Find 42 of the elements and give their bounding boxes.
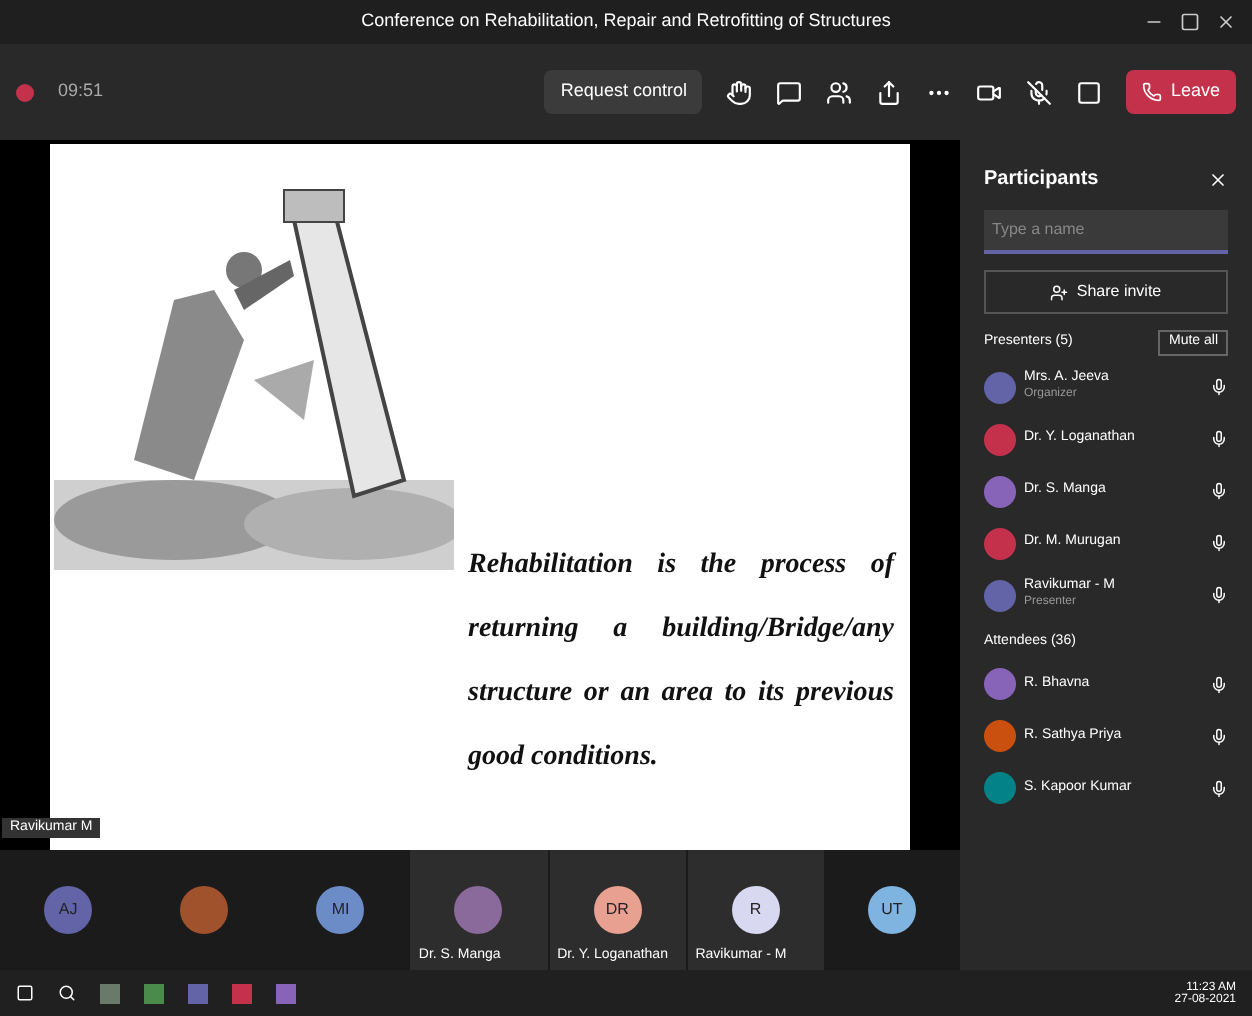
close-icon[interactable] <box>1208 169 1228 189</box>
phone-icon <box>1142 82 1163 102</box>
participant-avatar: DR <box>593 886 642 934</box>
start-icon[interactable] <box>16 984 34 1002</box>
request-control-button[interactable]: Request control <box>544 70 703 114</box>
share-invite-button[interactable]: Share invite <box>984 270 1228 314</box>
search-field[interactable]: Type a name <box>984 210 1228 254</box>
share-icon[interactable] <box>876 79 903 105</box>
mic-icon <box>1210 675 1228 693</box>
raise-hand-icon[interactable] <box>726 79 753 105</box>
mic-off-icon[interactable] <box>1026 79 1053 105</box>
mic-icon <box>1210 727 1228 745</box>
participant-avatar: R <box>731 886 780 934</box>
participant-tile[interactable]: UT <box>823 850 960 970</box>
add-person-icon <box>1050 283 1069 301</box>
app-icon[interactable] <box>144 983 164 1003</box>
mic-icon <box>1210 586 1228 604</box>
maximize-icon[interactable] <box>1180 12 1200 32</box>
camera-icon[interactable] <box>976 79 1003 105</box>
record-icon <box>16 83 34 101</box>
app-icon[interactable] <box>232 983 252 1003</box>
mic-icon <box>1210 430 1228 448</box>
slide-text: Rehabilitation is the process of returning a building/Bridge/any structure or an area to its previous good conditions. <box>468 548 894 776</box>
app-icon[interactable] <box>188 983 208 1003</box>
search-icon[interactable] <box>58 984 76 1002</box>
participant-tile[interactable]: MI <box>272 850 409 970</box>
participant-avatar: AJ <box>44 886 93 934</box>
panel-title: Participants <box>984 166 1101 194</box>
people-icon[interactable] <box>826 79 853 105</box>
close-icon[interactable] <box>1216 12 1236 32</box>
mic-icon <box>1210 378 1228 396</box>
mic-icon <box>1210 779 1228 797</box>
participant-avatar: UT <box>867 886 916 934</box>
meeting-timer: 09:51 <box>58 78 104 105</box>
participant-avatar: MI <box>316 886 365 934</box>
mic-icon <box>1210 482 1228 500</box>
app-icon[interactable] <box>276 983 296 1003</box>
leave-button[interactable]: Leave <box>1126 70 1236 114</box>
chat-icon[interactable] <box>776 79 803 105</box>
window-title: Conference on Rehabilitation, Repair and Retrofitting of Structures <box>361 8 891 35</box>
app-icon[interactable] <box>100 983 120 1003</box>
mic-icon <box>1210 534 1228 552</box>
